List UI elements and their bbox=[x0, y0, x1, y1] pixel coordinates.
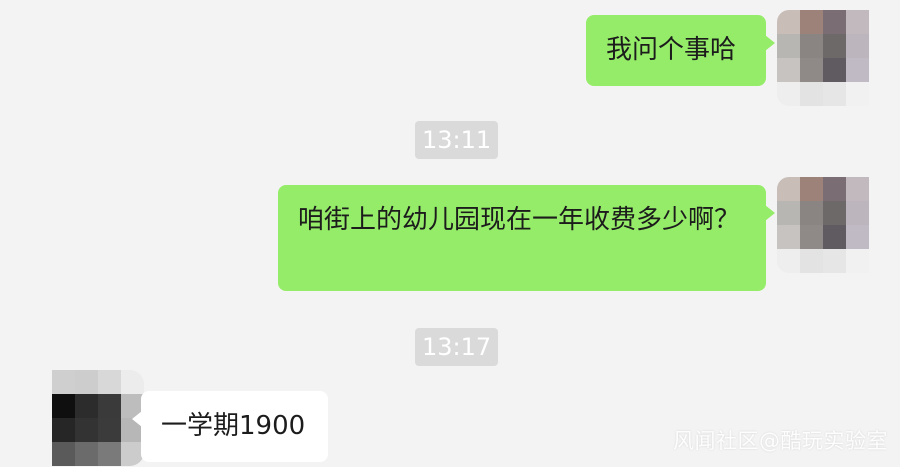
avatar-pixel bbox=[846, 225, 869, 249]
avatar-pixel bbox=[75, 442, 98, 466]
avatar-pixel bbox=[823, 249, 846, 273]
avatar-pixel bbox=[800, 10, 823, 34]
avatar-pixel bbox=[846, 201, 869, 225]
avatar-self[interactable] bbox=[777, 10, 869, 106]
avatar-pixel bbox=[823, 225, 846, 249]
avatar-pixel bbox=[800, 201, 823, 225]
avatar-pixel bbox=[823, 58, 846, 82]
avatar-pixel bbox=[800, 58, 823, 82]
avatar-pixel bbox=[800, 82, 823, 106]
avatar-pixel bbox=[823, 34, 846, 58]
avatar-pixel bbox=[52, 442, 75, 466]
avatar-pixel bbox=[777, 58, 800, 82]
avatar-pixel bbox=[98, 370, 121, 394]
avatar-pixel bbox=[846, 249, 869, 273]
message-bubble-outgoing[interactable]: 我问个事哈 bbox=[586, 15, 775, 86]
timestamp: 13:11 bbox=[415, 121, 499, 159]
avatar-pixel bbox=[800, 225, 823, 249]
avatar-pixel bbox=[121, 370, 144, 394]
avatar-pixel bbox=[75, 370, 98, 394]
avatar-pixel bbox=[800, 177, 823, 201]
avatar-pixel bbox=[52, 394, 75, 418]
avatar-pixel bbox=[846, 10, 869, 34]
avatar-pixel bbox=[98, 418, 121, 442]
avatar-pixel bbox=[777, 249, 800, 273]
avatar-pixel bbox=[777, 225, 800, 249]
bubble-tail bbox=[765, 35, 775, 51]
bubble-tail bbox=[765, 205, 775, 221]
avatar-pixel bbox=[823, 10, 846, 34]
avatar-pixel bbox=[777, 10, 800, 34]
avatar-pixel bbox=[777, 177, 800, 201]
avatar-pixel bbox=[846, 58, 869, 82]
avatar-pixel bbox=[52, 418, 75, 442]
message-bubble-incoming[interactable]: 一学期1900 bbox=[132, 391, 328, 462]
avatar-pixel bbox=[800, 34, 823, 58]
avatar-pixel bbox=[777, 201, 800, 225]
avatar-pixel bbox=[75, 394, 98, 418]
message-text: 我问个事哈 bbox=[606, 35, 737, 65]
message-text: 一学期1900 bbox=[161, 411, 306, 441]
avatar-pixel bbox=[777, 82, 800, 106]
avatar-self[interactable] bbox=[777, 177, 869, 273]
message-bubble-outgoing[interactable]: 咱街上的幼儿园现在一年收费多少啊？ bbox=[278, 185, 775, 291]
bubble-tail bbox=[132, 411, 142, 427]
avatar-pixel bbox=[846, 177, 869, 201]
avatar-pixel bbox=[75, 418, 98, 442]
avatar-pixel bbox=[800, 249, 823, 273]
avatar-pixel bbox=[823, 82, 846, 106]
watermark-text: 风闻社区@酷玩实验室 bbox=[673, 429, 888, 453]
message-text: 咱街上的幼儿园现在一年收费多少啊？ bbox=[298, 205, 741, 235]
avatar-pixel bbox=[98, 394, 121, 418]
avatar-pixel bbox=[846, 82, 869, 106]
timestamp: 13:17 bbox=[415, 328, 499, 366]
avatar-contact[interactable] bbox=[52, 370, 144, 466]
avatar-pixel bbox=[777, 34, 800, 58]
avatar-pixel bbox=[846, 34, 869, 58]
avatar-pixel bbox=[98, 442, 121, 466]
avatar-pixel bbox=[823, 201, 846, 225]
avatar-pixel bbox=[52, 370, 75, 394]
avatar-pixel bbox=[823, 177, 846, 201]
